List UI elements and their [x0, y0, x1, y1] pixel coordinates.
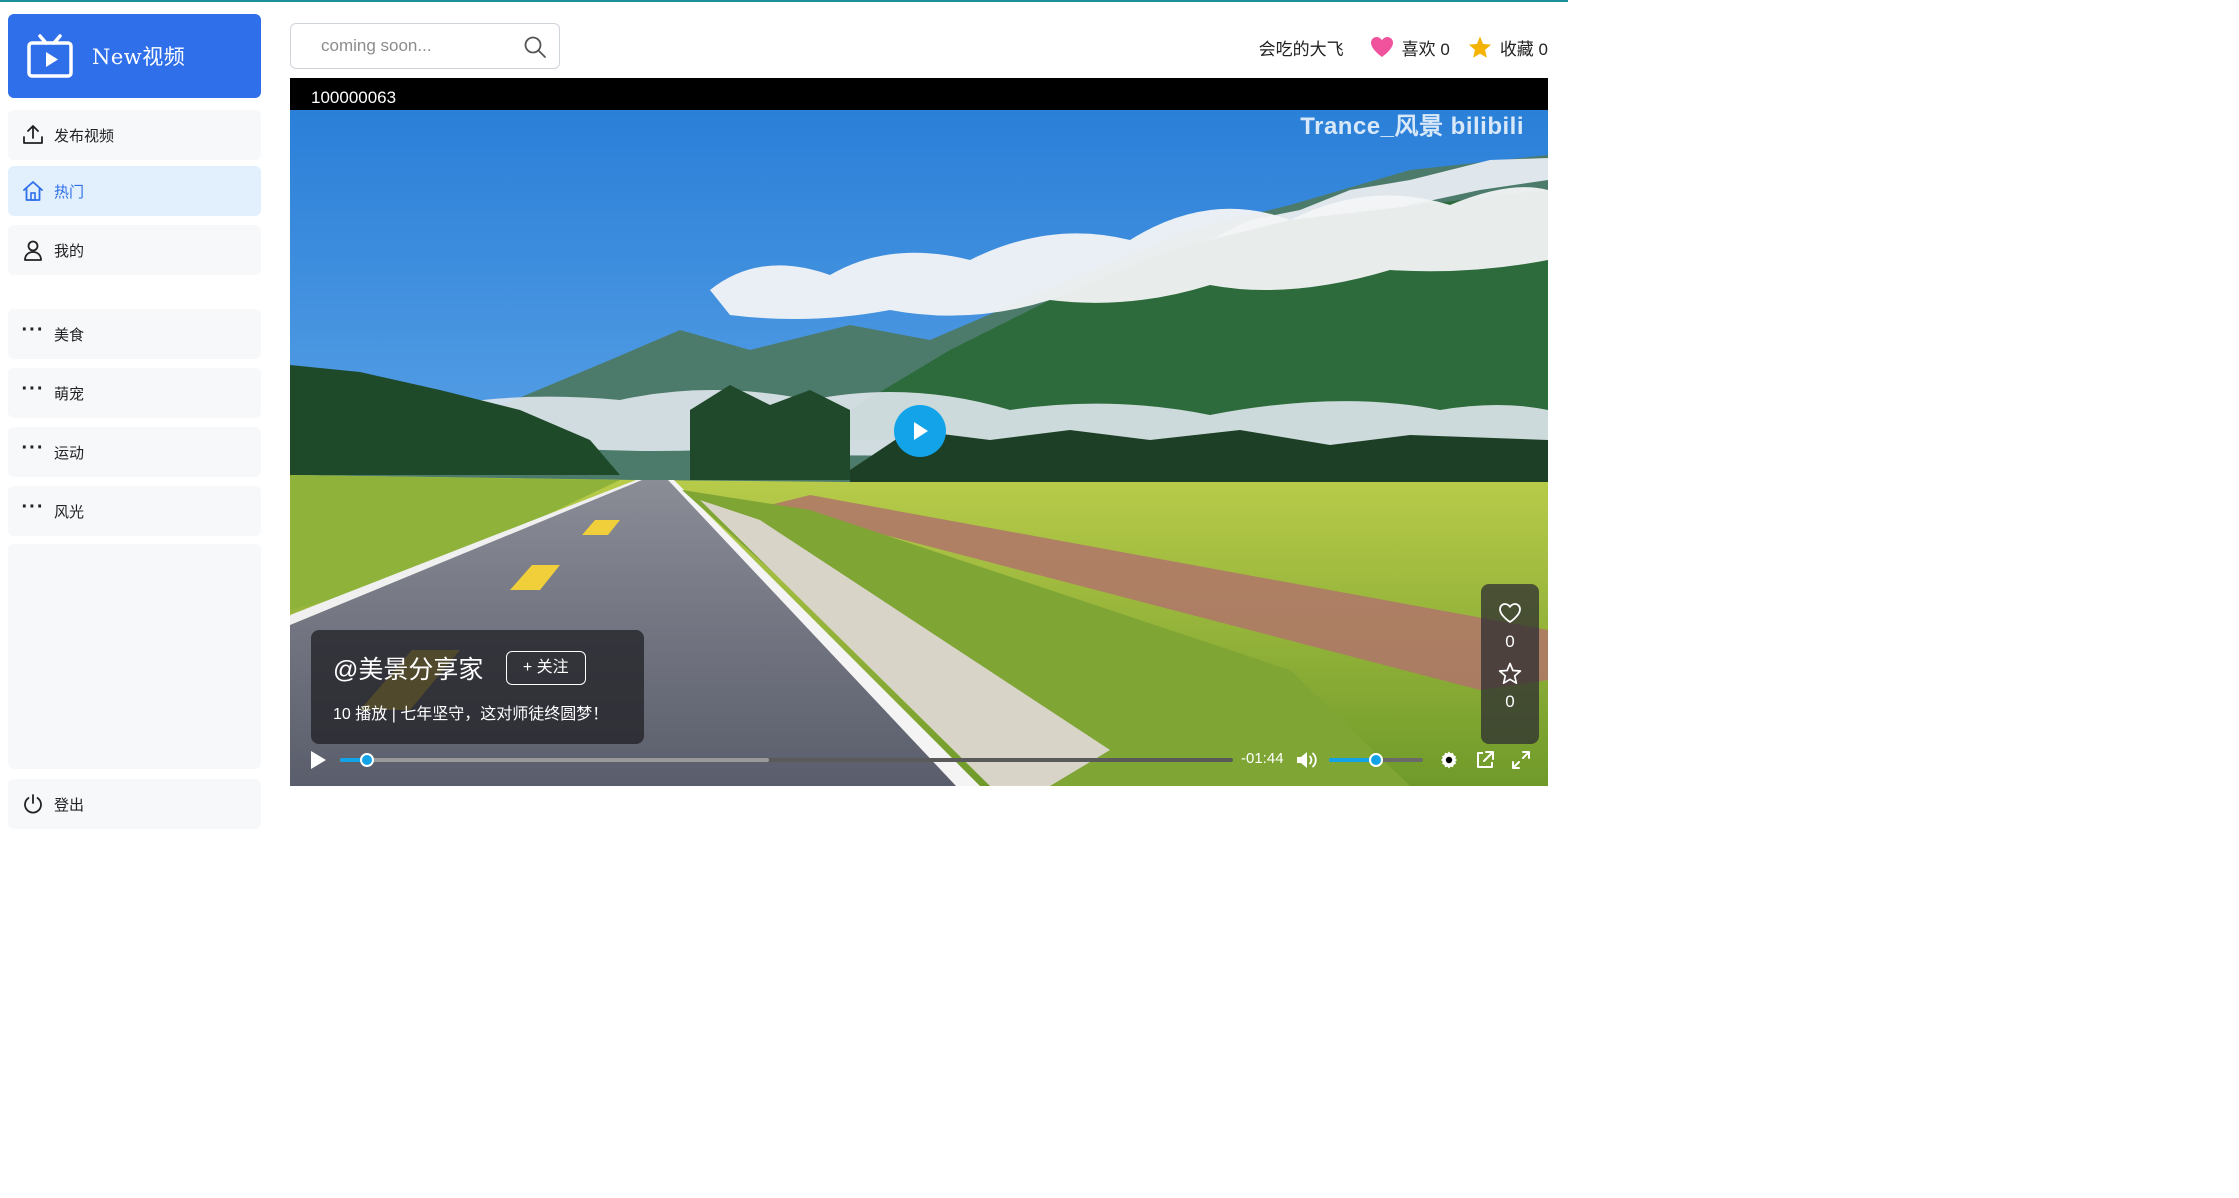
- top-accent-bar: [0, 0, 1568, 2]
- popout-button[interactable]: [1474, 749, 1496, 771]
- sidebar-item-label: 热门: [54, 183, 85, 201]
- user-icon: [22, 239, 44, 261]
- more-dots-icon: ···: [21, 319, 45, 341]
- video-description: 10 播放 | 七年坚守，这对师徒终圆梦！: [333, 706, 609, 723]
- play-icon: [914, 422, 928, 440]
- sidebar: New视频 发布视频 热门 我的 ··· 美食 ··· 萌宠 ··· 运动 ··…: [8, 14, 261, 829]
- heart-icon: [1370, 37, 1393, 57]
- external-link-icon: [1477, 751, 1494, 768]
- logout-label: 登出: [54, 796, 85, 814]
- sidebar-item-pets[interactable]: ··· 萌宠: [8, 368, 261, 418]
- author-name[interactable]: @美景分享家: [333, 650, 483, 686]
- progress-bar[interactable]: [340, 753, 1233, 767]
- center-play-button[interactable]: [894, 405, 946, 457]
- header-user-area: 会吃的大飞 喜欢 0 收藏 0: [1259, 32, 1548, 62]
- more-dots-icon: ···: [21, 496, 45, 518]
- more-dots-icon: ···: [21, 437, 45, 459]
- sidebar-item-scenery[interactable]: ··· 风光: [8, 486, 261, 536]
- follow-button[interactable]: + 关注: [505, 651, 586, 685]
- watermark: Trance_风景 bilibili: [1300, 113, 1524, 140]
- search-box[interactable]: [290, 23, 560, 69]
- power-icon: [22, 793, 44, 815]
- sidebar-item-label: 我的: [54, 242, 85, 260]
- sidebar-item-label: 风光: [54, 503, 85, 521]
- favorites-label: 收藏 0: [1499, 39, 1548, 59]
- sidebar-item-hot[interactable]: 热门: [8, 166, 261, 216]
- username[interactable]: 会吃的大飞: [1259, 35, 1344, 60]
- sidebar-item-food[interactable]: ··· 美食: [8, 309, 261, 359]
- like-button[interactable]: [1498, 600, 1522, 626]
- search-icon[interactable]: [523, 35, 547, 59]
- favorites-stat[interactable]: 收藏 0: [1468, 35, 1548, 60]
- home-icon: [22, 180, 44, 202]
- like-count: 0: [1505, 632, 1515, 651]
- settings-button[interactable]: [1438, 749, 1460, 771]
- more-dots-icon: ···: [21, 378, 45, 400]
- app-title: New视频: [92, 45, 186, 69]
- volume-slider[interactable]: [1329, 753, 1423, 767]
- likes-label: 喜欢 0: [1401, 39, 1450, 59]
- favorite-count: 0: [1505, 692, 1515, 711]
- fullscreen-button[interactable]: [1510, 749, 1532, 771]
- app-logo[interactable]: New视频: [8, 14, 261, 98]
- volume-handle[interactable]: [1369, 753, 1383, 767]
- sidebar-item-label: 运动: [54, 444, 85, 462]
- video-side-actions: 0 0: [1481, 584, 1539, 744]
- search-input[interactable]: [321, 36, 511, 56]
- play-icon: [311, 751, 326, 769]
- sidebar-item-mine[interactable]: 我的: [8, 225, 261, 275]
- logout-button[interactable]: 登出: [8, 779, 261, 829]
- video-player[interactable]: 100000063 Trance_风景 bilibili @美景分享家 + 关注…: [290, 78, 1548, 786]
- video-info-card: @美景分享家 + 关注 10 播放 | 七年坚守，这对师徒终圆梦！: [311, 630, 644, 744]
- player-controls: -01:44: [290, 738, 1548, 786]
- play-button[interactable]: [308, 748, 328, 772]
- progress-handle[interactable]: [359, 753, 374, 767]
- likes-stat[interactable]: 喜欢 0: [1370, 35, 1450, 60]
- sidebar-item-label: 美食: [54, 326, 85, 344]
- heart-outline-icon: [1499, 603, 1521, 623]
- sidebar-item-publish[interactable]: 发布视频: [8, 110, 261, 160]
- video-id: 100000063: [311, 88, 397, 107]
- progress-buffered: [340, 758, 769, 762]
- star-outline-icon: [1498, 662, 1522, 684]
- volume-icon: [1297, 752, 1317, 768]
- tv-logo-icon: [27, 34, 73, 78]
- upload-icon: [22, 124, 44, 146]
- gear-icon: [1441, 751, 1457, 769]
- sidebar-item-label: 萌宠: [54, 385, 85, 403]
- favorite-button[interactable]: [1498, 660, 1522, 686]
- fullscreen-icon: [1512, 751, 1530, 769]
- time-remaining: -01:44: [1241, 750, 1284, 767]
- sidebar-item-label: 发布视频: [54, 127, 115, 145]
- sidebar-item-sports[interactable]: ··· 运动: [8, 427, 261, 477]
- sidebar-spacer: [8, 544, 261, 769]
- volume-button[interactable]: [1295, 748, 1319, 772]
- star-icon: [1468, 36, 1492, 58]
